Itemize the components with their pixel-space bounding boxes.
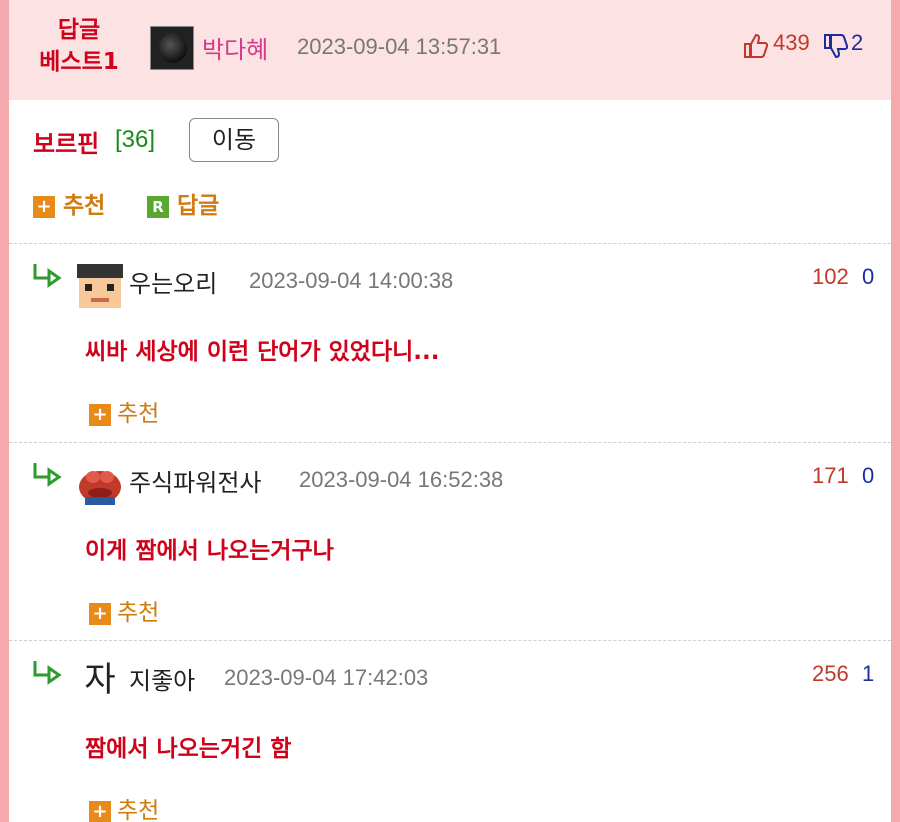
best-down-count: 2 — [851, 30, 864, 55]
comment-count: [36] — [115, 126, 156, 153]
reply-icon: R — [147, 195, 169, 218]
plus-icon: + — [89, 602, 111, 625]
best-up-count: 439 — [773, 30, 810, 55]
reply-arrow-icon — [31, 461, 65, 491]
reply-body: 씨바 세상에 이런 단어가 있었다니... — [85, 339, 440, 365]
reply-body: 이게 짬에서 나오는거구나 — [85, 538, 334, 564]
reply-timestamp: 2023-09-04 17:42:03 — [224, 665, 429, 690]
best-label-line1: 답글 — [57, 17, 101, 43]
recommend-label: 추천 — [117, 798, 160, 822]
move-button[interactable]: 이동 — [189, 118, 279, 162]
reply-label: 답글 — [177, 193, 220, 219]
list-item: 주식파워전사 2023-09-04 16:52:38 171 0 이게 짬에서 … — [9, 443, 891, 641]
recommend-label: 추천 — [117, 600, 160, 626]
best-reply-badge: 답글 베스트1 — [23, 14, 135, 78]
reply-down-count: 0 — [862, 264, 875, 289]
recommend-button[interactable]: + 추천 — [89, 394, 159, 428]
avatar[interactable] — [75, 258, 125, 308]
plus-icon: + — [33, 195, 55, 218]
reply-up-count: 102 — [812, 264, 849, 289]
recommend-label: 추천 — [117, 401, 160, 427]
post-title[interactable]: 보르핀 — [33, 124, 99, 159]
recommend-button[interactable]: + 추천 — [89, 593, 159, 627]
reply-up-count: 171 — [812, 463, 849, 488]
recommend-button[interactable]: + 추천 — [33, 186, 105, 220]
reply-author-name[interactable]: 우는오리 — [129, 264, 217, 299]
reply-author-name[interactable]: 주식파워전사 — [129, 463, 261, 498]
list-item: 자 지좋아 2023-09-04 17:42:03 256 1 짬에서 나오는거… — [9, 641, 891, 822]
avatar[interactable] — [75, 457, 125, 507]
reply-button[interactable]: R 답글 — [147, 186, 219, 220]
best-timestamp: 2023-09-04 13:57:31 — [297, 34, 502, 59]
reply-arrow-icon — [31, 659, 65, 689]
comment-list: 답글 베스트1 박다혜 2023-09-04 13:57:31 439 2 보르… — [9, 0, 891, 822]
reply-up-count: 256 — [812, 661, 849, 686]
best-label-line2: 베스트1 — [39, 49, 119, 75]
reply-down-count: 0 — [862, 463, 875, 488]
list-item: 우는오리 2023-09-04 14:00:38 102 0 씨바 세상에 이런… — [9, 244, 891, 442]
best-reply-header: 답글 베스트1 박다혜 2023-09-04 13:57:31 439 2 — [9, 0, 891, 100]
recommend-button[interactable]: + 추천 — [89, 791, 159, 822]
avatar[interactable] — [150, 26, 194, 70]
thumb-up-icon[interactable] — [742, 33, 769, 63]
reply-arrow-icon — [31, 262, 65, 292]
reply-timestamp: 2023-09-04 14:00:38 — [249, 268, 454, 293]
avatar[interactable]: 자 — [75, 655, 125, 705]
reply-timestamp: 2023-09-04 16:52:38 — [299, 467, 504, 492]
thumb-down-icon[interactable] — [822, 33, 849, 63]
reply-author-name[interactable]: 지좋아 — [129, 661, 195, 696]
plus-icon: + — [89, 800, 111, 822]
reply-down-count: 1 — [862, 661, 875, 686]
reply-body: 짬에서 나오는거긴 함 — [85, 736, 292, 762]
best-author-name[interactable]: 박다혜 — [202, 30, 268, 65]
recommend-label: 추천 — [63, 193, 106, 219]
plus-icon: + — [89, 403, 111, 426]
